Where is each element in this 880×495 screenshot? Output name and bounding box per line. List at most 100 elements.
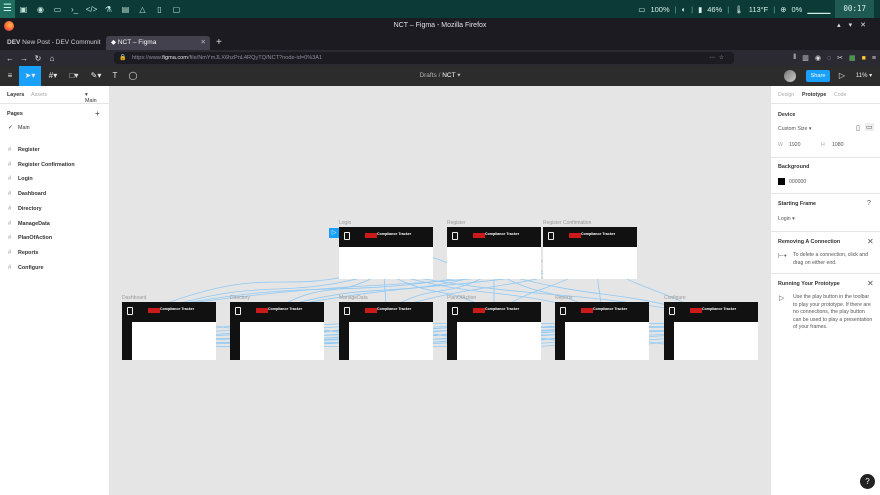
flask-icon[interactable]: ⚗ xyxy=(100,5,117,14)
browser-tab-figma[interactable]: ◆ NCT – Figma ✕ xyxy=(106,36,210,50)
frame-thumbnail[interactable]: Compliance Tracker xyxy=(339,227,433,279)
text-tool-icon[interactable]: T xyxy=(108,66,122,86)
height-field[interactable]: 1080 xyxy=(832,142,844,148)
screenshot-icon[interactable]: ✂ xyxy=(837,54,843,62)
layer-item[interactable]: # Register Confirmation xyxy=(0,160,110,170)
layer-item[interactable]: # Register xyxy=(0,145,110,155)
frame-thumbnail[interactable]: Compliance Tracker xyxy=(447,302,541,360)
frame-thumbnail[interactable]: Compliance Tracker xyxy=(555,302,649,360)
share-button[interactable]: Share xyxy=(806,70,830,82)
portrait-icon[interactable]: ▯ xyxy=(856,124,860,132)
frame-label[interactable]: Dashboard xyxy=(122,295,146,301)
width-field[interactable]: 1920 xyxy=(789,142,801,148)
layer-item[interactable]: # PlanOfAction xyxy=(0,233,110,243)
close-icon[interactable]: ✕ xyxy=(867,279,874,288)
monitor-icon[interactable]: ▤ xyxy=(117,5,134,14)
thermometer-icon: 🌡 xyxy=(734,4,744,14)
library-icon[interactable]: ⫴ xyxy=(793,54,796,62)
close-tab-icon[interactable]: ✕ xyxy=(201,36,206,50)
close-icon[interactable]: ✕ xyxy=(867,237,874,246)
tab-prototype[interactable]: Prototype xyxy=(802,92,826,98)
background-hex-field[interactable]: 000000 xyxy=(789,179,806,185)
account-icon[interactable]: ◉ xyxy=(815,54,821,62)
tab-layers[interactable]: Layers xyxy=(7,92,24,98)
shape-tool-icon[interactable]: □▾ xyxy=(65,66,83,86)
bookmark-star-icon[interactable]: ⋯☆ xyxy=(709,52,728,64)
present-play-icon[interactable]: ▷ xyxy=(836,66,848,86)
comment-tool-icon[interactable]: ◯ xyxy=(126,66,140,86)
layer-item[interactable]: # ManageData xyxy=(0,219,110,229)
background-swatch[interactable] xyxy=(778,178,785,185)
frame-label[interactable]: Directory xyxy=(230,295,250,301)
add-page-icon[interactable]: + xyxy=(95,109,100,119)
brand-bar xyxy=(473,233,485,238)
frame-label[interactable]: Login xyxy=(339,220,351,226)
layer-item[interactable]: # Dashboard xyxy=(0,189,110,199)
frame-label[interactable]: PlanOfAction xyxy=(447,295,476,301)
tab-code[interactable]: Code xyxy=(834,92,846,98)
url-bar[interactable]: 🔒 https://www.figma.com/file/NmYmJLX6hzP… xyxy=(114,52,734,64)
zoom-dropdown[interactable]: 11% ▾ xyxy=(852,66,876,86)
forward-icon[interactable]: → xyxy=(17,54,31,63)
connection-line[interactable] xyxy=(168,271,495,307)
frame-thumbnail[interactable]: Compliance Tracker xyxy=(230,302,324,360)
breadcrumb-file[interactable]: NCT xyxy=(442,72,455,79)
page-item-main[interactable]: ✓ Main xyxy=(0,123,110,133)
frame-tool-icon[interactable]: #▾ xyxy=(44,66,62,86)
pen-tool-icon[interactable]: ✎▾ xyxy=(87,66,105,86)
back-icon[interactable]: ← xyxy=(3,54,17,63)
window-controls[interactable]: ▴▾✕ xyxy=(837,18,874,34)
layer-item[interactable]: # Login xyxy=(0,174,110,184)
new-tab-button[interactable]: + xyxy=(210,36,222,50)
frame-thumbnail[interactable]: Compliance Tracker xyxy=(122,302,216,360)
tab-design[interactable]: Design xyxy=(778,92,794,98)
app-menu-icon[interactable]: ☰ xyxy=(0,0,15,18)
frame-label[interactable]: Reports xyxy=(555,295,573,301)
layer-item[interactable]: # Reports xyxy=(0,248,110,258)
shell-icon[interactable]: ›_ xyxy=(66,5,83,14)
breadcrumb[interactable]: Drafts / NCT ▾ xyxy=(380,66,500,86)
tab-assets[interactable]: Assets xyxy=(31,92,47,98)
frame-label[interactable]: Register Confirmation xyxy=(543,220,591,226)
book-icon[interactable]: ▯ xyxy=(151,5,168,14)
terminal-icon[interactable]: ▣ xyxy=(15,5,32,14)
help-button[interactable]: ? xyxy=(860,474,875,489)
page-selector[interactable]: Main ▾ xyxy=(85,92,97,104)
move-tool-icon[interactable]: ➤▾ xyxy=(19,66,41,86)
figma-menu-icon[interactable]: ≡ xyxy=(3,66,17,86)
window-icon[interactable]: ▢ xyxy=(168,5,185,14)
frame-thumbnail[interactable]: Compliance Tracker xyxy=(664,302,758,360)
home-icon[interactable]: ⌂ xyxy=(45,54,59,63)
info-icon[interactable]: ? xyxy=(867,200,871,207)
frame-label[interactable]: Configure xyxy=(664,295,686,301)
reload-icon[interactable]: ↻ xyxy=(31,54,45,63)
starting-frame-dropdown[interactable]: Login ▾ xyxy=(778,216,795,222)
reader-icon[interactable]: ▥ xyxy=(802,54,809,62)
clock: 00:17 xyxy=(835,0,874,18)
frame-logo-icon xyxy=(560,307,566,315)
breadcrumb-folder[interactable]: Drafts xyxy=(419,72,436,79)
triangle-icon[interactable]: △ xyxy=(134,5,151,14)
extension-icon-2[interactable]: ■ xyxy=(862,55,866,62)
frame-thumbnail[interactable]: Compliance Tracker xyxy=(447,227,541,279)
files-icon[interactable]: ▭ xyxy=(49,5,66,14)
code-icon[interactable]: </> xyxy=(83,5,100,14)
frame-thumbnail[interactable]: Compliance Tracker xyxy=(339,302,433,360)
frame-thumbnail[interactable]: Compliance Tracker xyxy=(543,227,637,279)
connection-line[interactable] xyxy=(131,322,749,348)
frame-label[interactable]: Register xyxy=(447,220,466,226)
start-flow-play-icon[interactable]: ▷ xyxy=(329,228,339,238)
menu-icon[interactable]: ≡ xyxy=(872,55,876,62)
avatar[interactable] xyxy=(784,70,796,82)
figma-canvas[interactable]: Login Compliance Tracker Register Complianc… xyxy=(110,86,770,495)
device-dropdown[interactable]: Custom Size ▾ xyxy=(778,126,811,132)
browser-tab-dev[interactable]: DEV New Post - DEV Communit xyxy=(2,36,106,50)
pocket-icon[interactable]: ◌ xyxy=(827,55,831,62)
firefox-taskbar-icon[interactable]: ◉ xyxy=(32,5,49,14)
left-panel-tabs: Layers Assets Main ▾ xyxy=(0,86,109,104)
extension-icon[interactable]: ▦ xyxy=(849,54,856,62)
landscape-icon[interactable]: ▭ xyxy=(865,123,874,131)
layer-item[interactable]: # Directory xyxy=(0,204,110,214)
frame-label[interactable]: ManageData xyxy=(339,295,368,301)
layer-item[interactable]: # Configure xyxy=(0,263,110,273)
